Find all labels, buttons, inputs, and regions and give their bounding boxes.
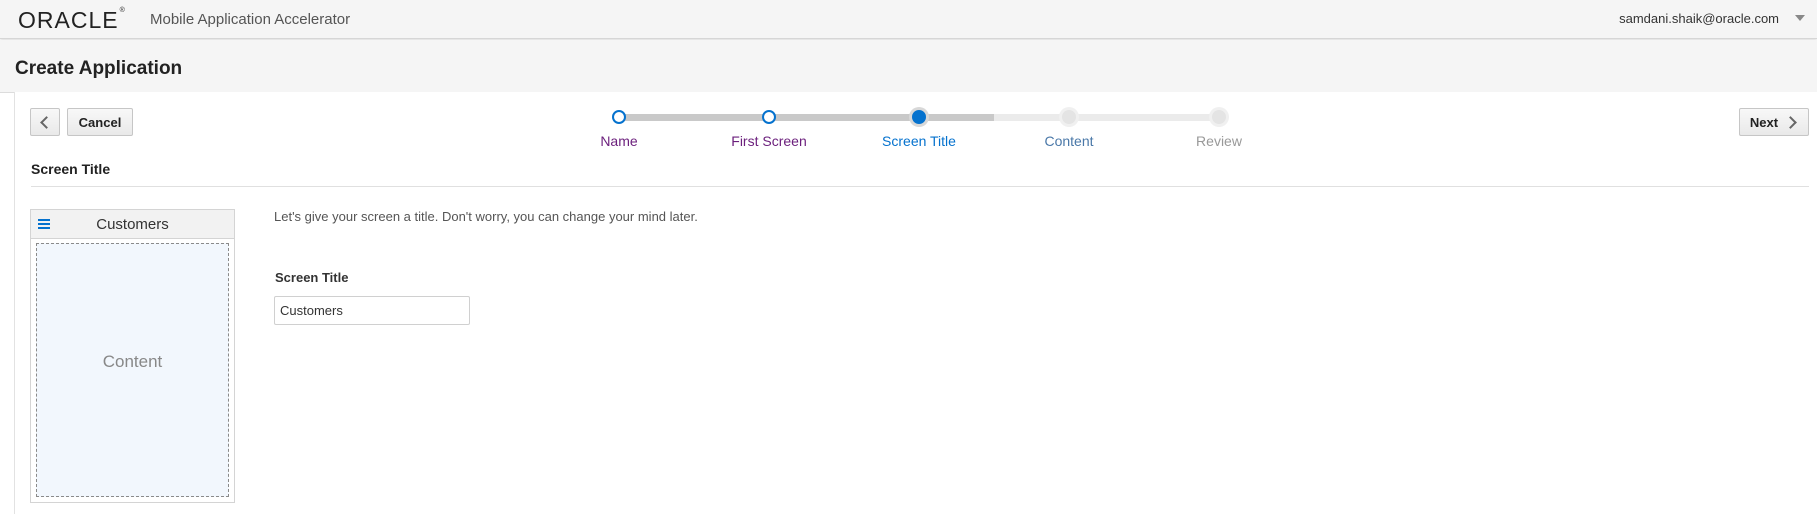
preview-title-bar: Customers (31, 210, 234, 239)
step-label-content[interactable]: Content (999, 133, 1139, 149)
caret-down-icon[interactable] (1795, 15, 1805, 21)
step-dot-content[interactable] (1062, 110, 1076, 124)
app-header: ORACLE® Mobile Application Accelerator s… (0, 0, 1817, 39)
train-track-completed (619, 114, 994, 121)
step-label-first-screen[interactable]: First Screen (699, 133, 839, 149)
screen-title-label: Screen Title (275, 270, 349, 285)
step-dot-name[interactable] (609, 107, 629, 127)
logo-text: ORACLE (18, 7, 119, 33)
chevron-left-icon (40, 115, 53, 129)
intro-text: Let's give your screen a title. Don't wo… (274, 209, 698, 224)
title-band: Create Application (0, 40, 1817, 93)
step-label-review: Review (1196, 133, 1242, 149)
screen-title-input[interactable] (274, 296, 470, 325)
next-button[interactable]: Next (1739, 108, 1809, 136)
step-dot-screen-title[interactable] (912, 110, 926, 124)
oracle-logo: ORACLE® (18, 7, 126, 34)
user-menu[interactable]: samdani.shaik@oracle.com (1619, 11, 1779, 26)
step-dot-review (1212, 110, 1226, 124)
next-button-label: Next (1749, 114, 1779, 130)
page-title: Create Application (15, 58, 183, 79)
preview-content-area: Content (36, 243, 229, 497)
section-title: Screen Title (31, 161, 111, 177)
cancel-button[interactable]: Cancel (67, 108, 133, 136)
step-label-screen-title[interactable]: Screen Title (849, 133, 989, 149)
preview-title: Customers (96, 216, 169, 233)
back-button[interactable] (30, 108, 60, 136)
app-name: Mobile Application Accelerator (150, 11, 351, 28)
screen-preview: Customers Content (30, 209, 235, 503)
chevron-right-icon (1784, 115, 1797, 129)
preview-content-label: Content (102, 352, 163, 371)
step-label-name[interactable]: Name (549, 133, 689, 149)
section-divider (31, 186, 1809, 187)
step-dot-first-screen[interactable] (759, 107, 779, 127)
train-track-remaining (994, 114, 1219, 121)
registered-mark: ® (119, 7, 126, 14)
